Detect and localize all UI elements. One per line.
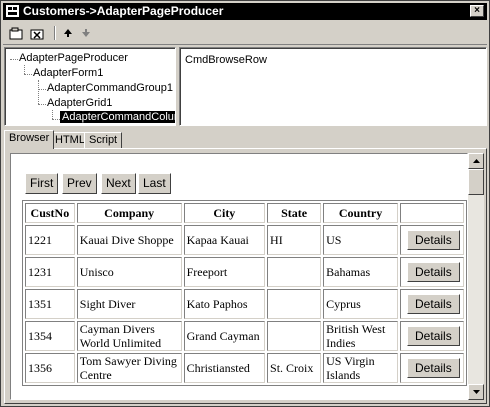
cell-action: Details — [400, 225, 464, 255]
cell-company: Sight Diver — [76, 289, 182, 319]
column-header-company: Company — [76, 203, 182, 223]
tab-browser[interactable]: Browser — [4, 130, 55, 149]
grid-header-row: CustNo Company City State Country — [25, 203, 464, 223]
cell-company: Cayman Divers World Unlimited — [76, 321, 182, 351]
column-header-custno: CustNo — [25, 203, 75, 223]
move-down-icon[interactable] — [77, 25, 95, 41]
details-button[interactable]: Details — [407, 294, 460, 314]
vertical-scrollbar[interactable] — [468, 153, 484, 400]
cell-city: Freeport — [183, 257, 266, 287]
column-header-country: Country — [323, 203, 399, 223]
close-button[interactable]: × — [470, 5, 484, 17]
cell-custno: 1351 — [25, 289, 75, 319]
tree-node-adapterpageproducer[interactable]: AdapterPageProducer — [19, 52, 128, 64]
cell-state: St. Croix — [267, 353, 322, 383]
table-row: 1221 Kauai Dive Shoppe Kapaa Kauai HI US… — [25, 225, 464, 255]
cell-custno: 1354 — [25, 321, 75, 351]
tree-connector — [52, 119, 60, 120]
column-header-city: City — [183, 203, 266, 223]
cell-custno: 1356 — [25, 353, 75, 383]
cell-city: Grand Cayman — [183, 321, 266, 351]
first-button[interactable]: First — [25, 173, 59, 194]
cell-country: US — [323, 225, 399, 255]
new-item-icon[interactable] — [7, 25, 25, 41]
move-up-icon[interactable] — [59, 25, 77, 41]
table-row: 1231 Unisco Freeport Bahamas Details — [25, 257, 464, 287]
subcomponent-list[interactable]: CmdBrowseRow — [179, 47, 487, 126]
component-editor-window: Customers->AdapterPageProducer × Adapter… — [0, 0, 490, 407]
cell-company: Kauai Dive Shoppe — [76, 225, 182, 255]
next-button[interactable]: Next — [101, 173, 136, 194]
cell-action: Details — [400, 289, 464, 319]
cell-action: Details — [400, 257, 464, 287]
cell-state — [267, 289, 322, 319]
tree-node-adaptergrid1[interactable]: AdapterGrid1 — [47, 97, 112, 109]
tree-connector — [10, 59, 18, 60]
customers-grid: CustNo Company City State Country 1221 K… — [22, 200, 467, 386]
cell-city: Christiansted — [183, 353, 266, 383]
list-item-cmdbrowserow[interactable]: CmdBrowseRow — [185, 54, 267, 66]
scroll-up-icon[interactable] — [468, 153, 484, 169]
cell-company: Tom Sawyer Diving Centre — [76, 353, 182, 383]
browser-view: First Prev Next Last CustNo Company City… — [10, 153, 468, 400]
tree-node-adaptercommandcolumn1[interactable]: AdapterCommandColumn1 — [60, 111, 175, 123]
browser-panel: First Prev Next Last CustNo Company City… — [4, 148, 487, 404]
cell-state — [267, 321, 322, 351]
column-header-action — [400, 203, 464, 223]
cell-country: US Virgin Islands — [323, 353, 399, 383]
app-icon — [6, 5, 19, 17]
table-row: 1356 Tom Sawyer Diving Centre Christians… — [25, 353, 464, 383]
details-button[interactable]: Details — [407, 326, 460, 346]
delete-item-icon[interactable] — [28, 25, 46, 41]
cell-country: Cyprus — [323, 289, 399, 319]
table-row: 1351 Sight Diver Kato Paphos Cyprus Deta… — [25, 289, 464, 319]
cell-company: Unisco — [76, 257, 182, 287]
cell-city: Kato Paphos — [183, 289, 266, 319]
view-tabs: Browser HTML Script — [4, 130, 484, 149]
table-row: 1354 Cayman Divers World Unlimited Grand… — [25, 321, 464, 351]
scroll-down-icon[interactable] — [468, 384, 484, 400]
column-header-state: State — [267, 203, 322, 223]
details-button[interactable]: Details — [407, 358, 460, 378]
cell-custno: 1221 — [25, 225, 75, 255]
title-bar[interactable]: Customers->AdapterPageProducer × — [3, 3, 487, 20]
last-button[interactable]: Last — [138, 173, 171, 194]
cell-country: British West Indies — [323, 321, 399, 351]
cell-city: Kapaa Kauai — [183, 225, 266, 255]
details-button[interactable]: Details — [407, 262, 460, 282]
tree-connector — [38, 104, 46, 105]
cell-state: HI — [267, 225, 322, 255]
tab-script[interactable]: Script — [84, 132, 123, 148]
cell-action: Details — [400, 321, 464, 351]
prev-button[interactable]: Prev — [62, 173, 97, 194]
details-button[interactable]: Details — [407, 230, 460, 250]
window-title: Customers->AdapterPageProducer — [23, 4, 224, 18]
cell-state — [267, 257, 322, 287]
toolbar — [3, 22, 487, 45]
cell-action: Details — [400, 353, 464, 383]
tree-connector — [52, 110, 53, 119]
toolbar-separator — [54, 26, 56, 40]
cell-custno: 1231 — [25, 257, 75, 287]
scrollbar-thumb[interactable] — [468, 169, 484, 195]
tree-connector — [38, 80, 39, 104]
cell-country: Bahamas — [323, 257, 399, 287]
tree-connector — [38, 89, 46, 90]
tree-node-adapterform1[interactable]: AdapterForm1 — [33, 67, 103, 79]
tree-node-adaptercommandgroup1[interactable]: AdapterCommandGroup1 — [47, 82, 173, 94]
tree-connector — [24, 74, 32, 75]
component-tree[interactable]: AdapterPageProducer AdapterForm1 Adapter… — [4, 47, 176, 126]
tree-connector — [24, 65, 25, 74]
